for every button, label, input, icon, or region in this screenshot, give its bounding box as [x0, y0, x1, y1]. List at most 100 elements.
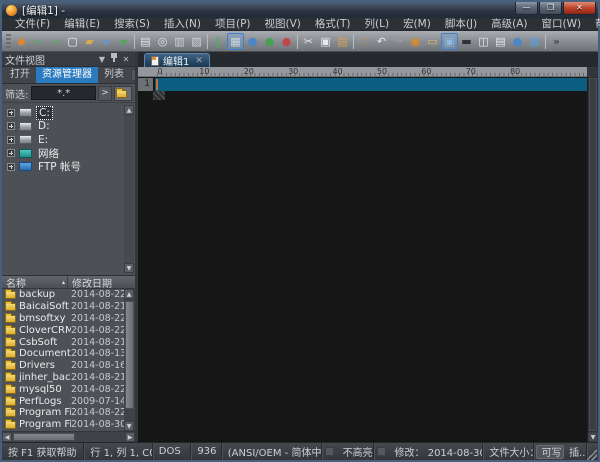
file-list-row[interactable]: BaicaiSoft2014-08-21 16 — [2, 301, 124, 313]
tree-item[interactable]: E: — [2, 133, 135, 147]
full-screen-button[interactable]: ▬ — [458, 33, 475, 50]
expand-icon[interactable] — [7, 109, 15, 117]
split-view-button[interactable]: ◫ — [475, 33, 492, 50]
open-folder-button[interactable]: ▰ — [81, 33, 98, 50]
status-codepage[interactable]: 936 — [191, 443, 221, 460]
cut-button[interactable]: ✂ — [300, 33, 317, 50]
file-list-row[interactable]: jinher_backup2014-08-21 18 — [2, 372, 124, 384]
tree-item[interactable]: FTP 帐号 — [2, 160, 135, 174]
file-list-row[interactable]: Program File...2014-08-30 09 — [2, 419, 124, 431]
compare-button[interactable]: ‖ — [210, 33, 227, 50]
tree-item[interactable]: D: — [2, 120, 135, 134]
file-list-hscrollbar[interactable]: ◀ ▶ — [2, 431, 135, 442]
encoding-dropdown-button[interactable] — [325, 447, 334, 456]
scroll-down-icon[interactable]: ▼ — [124, 421, 134, 431]
trace-button[interactable]: ∷ — [356, 33, 373, 50]
tree-item[interactable]: C: — [2, 106, 135, 120]
scroll-right-icon[interactable]: ▶ — [125, 432, 135, 442]
expand-icon[interactable] — [7, 163, 15, 171]
browser-button[interactable]: ● — [509, 33, 526, 50]
redo-button[interactable]: ↷ — [390, 33, 407, 50]
scrollbar-thumb[interactable] — [589, 78, 597, 431]
globe-red-button[interactable]: ● — [278, 33, 295, 50]
side-panel-button[interactable]: ▣ — [441, 33, 458, 50]
status-caret-position[interactable]: 行 1, 列 1, C0 — [84, 443, 152, 460]
app-logo-button[interactable]: ◆ — [13, 33, 30, 50]
archive-drawer-button[interactable]: ▭ — [424, 33, 441, 50]
forward-button[interactable]: → — [47, 33, 64, 50]
menu-item[interactable]: 宏(M) — [396, 18, 438, 31]
menu-item[interactable]: 视图(V) — [258, 18, 308, 31]
panel-close-icon[interactable]: ✕ — [120, 53, 132, 66]
scroll-left-icon[interactable]: ◀ — [2, 432, 12, 442]
scrollbar-thumb[interactable] — [125, 301, 134, 409]
close-button[interactable]: ✕ — [563, 2, 596, 15]
pin-icon[interactable] — [108, 53, 120, 66]
status-line-ending[interactable]: DOS — [153, 443, 192, 460]
tab-close-icon[interactable]: ✕ — [195, 56, 203, 66]
save-all-button[interactable]: ▰ — [115, 33, 132, 50]
editor-tab[interactable]: 编辑1 ✕ — [144, 53, 210, 67]
filter-input[interactable]: *.* — [31, 86, 96, 100]
highlight-dropdown-button[interactable] — [377, 447, 386, 456]
undo-button[interactable]: ↶ — [373, 33, 390, 50]
menu-item[interactable]: 格式(T) — [308, 18, 358, 31]
file-list-row[interactable]: Documents2014-08-13 14 — [2, 348, 124, 360]
menu-item[interactable]: 帮助(H) — [588, 18, 600, 31]
scroll-down-icon[interactable]: ▼ — [588, 432, 598, 442]
scroll-up-icon[interactable]: ▲ — [124, 105, 134, 115]
filter-go-button[interactable]: > — [98, 86, 112, 101]
file-list-row[interactable]: mysql502014-08-22 08 — [2, 383, 124, 395]
menu-item[interactable]: 项目(P) — [208, 18, 258, 31]
view-grid-button[interactable]: ▦ — [227, 33, 244, 50]
file-list-row[interactable]: backup2014-08-22 10 — [2, 289, 124, 301]
minimize-button[interactable]: — — [515, 2, 538, 15]
file-list-row[interactable]: bmsoftxy2014-08-22 08 — [2, 313, 124, 325]
globe-green-button[interactable]: ● — [261, 33, 278, 50]
scroll-down-icon[interactable]: ▼ — [124, 263, 134, 273]
insert-mode-toggle[interactable]: 插.. — [566, 443, 587, 460]
menu-item[interactable]: 搜索(S) — [107, 18, 157, 31]
maximize-button[interactable]: ❐ — [539, 2, 562, 15]
save-button[interactable]: ▰ — [98, 33, 115, 50]
sync-button[interactable]: ● — [244, 33, 261, 50]
file-list-row[interactable]: CloverCRM2014-08-22 12 — [2, 324, 124, 336]
sidebar-tab-资源管理器[interactable]: 资源管理器 — [36, 67, 98, 83]
expand-icon[interactable] — [7, 149, 15, 157]
snapshot-button[interactable]: ▦ — [526, 33, 543, 50]
page-setup-button[interactable]: ▥ — [171, 33, 188, 50]
sidebar-tab-列表[interactable]: 列表 — [98, 67, 130, 83]
writable-toggle[interactable]: 可写 — [536, 445, 565, 459]
documents-button[interactable]: ▤ — [492, 33, 509, 50]
menu-item[interactable]: 高级(A) — [484, 18, 534, 31]
column-modified-date[interactable]: 修改日期 — [68, 276, 135, 288]
editor-scrollbar[interactable]: ▲ ▼ — [587, 77, 598, 442]
status-encoding[interactable]: (ANSI/OEM - 简体中文 GBK) — [222, 443, 322, 460]
sidebar-tab-打开[interactable]: 打开 — [4, 67, 36, 83]
panel-menu-icon[interactable]: ▼ — [96, 53, 108, 66]
paste-button[interactable]: ▤ — [334, 33, 351, 50]
tree-scrollbar[interactable]: ▲ ▼ — [124, 105, 134, 273]
export-button[interactable]: ▣ — [407, 33, 424, 50]
menu-item[interactable]: 插入(N) — [157, 18, 208, 31]
status-syntax-highlight[interactable]: 不高亮 — [337, 443, 374, 460]
expand-icon[interactable] — [7, 122, 15, 130]
toolbar-overflow-button[interactable]: » — [548, 33, 565, 50]
menu-item[interactable]: 列(L) — [358, 18, 397, 31]
file-list-row[interactable]: CsbSoft2014-08-21 13 — [2, 336, 124, 348]
column-name[interactable]: 名称 ▴ — [2, 276, 68, 288]
scroll-up-icon[interactable]: ▲ — [124, 289, 134, 299]
file-list-row[interactable]: Drivers2014-08-16 09 — [2, 360, 124, 372]
print-button[interactable]: ▤ — [137, 33, 154, 50]
back-button[interactable]: ← — [30, 33, 47, 50]
file-list-row[interactable]: PerfLogs2009-07-14 11 — [2, 395, 124, 407]
menu-item[interactable]: 编辑(E) — [57, 18, 107, 31]
menu-item[interactable]: 窗口(W) — [535, 18, 589, 31]
edit-document-button[interactable]: ▧ — [188, 33, 205, 50]
resize-grip[interactable] — [587, 448, 597, 460]
copy-button[interactable]: ▣ — [317, 33, 334, 50]
text-area[interactable]: 1 ▲ ▼ — [138, 77, 598, 442]
new-file-button[interactable]: ▢ — [64, 33, 81, 50]
toolbar-grip[interactable] — [6, 34, 11, 49]
scrollbar-thumb[interactable] — [13, 433, 75, 441]
